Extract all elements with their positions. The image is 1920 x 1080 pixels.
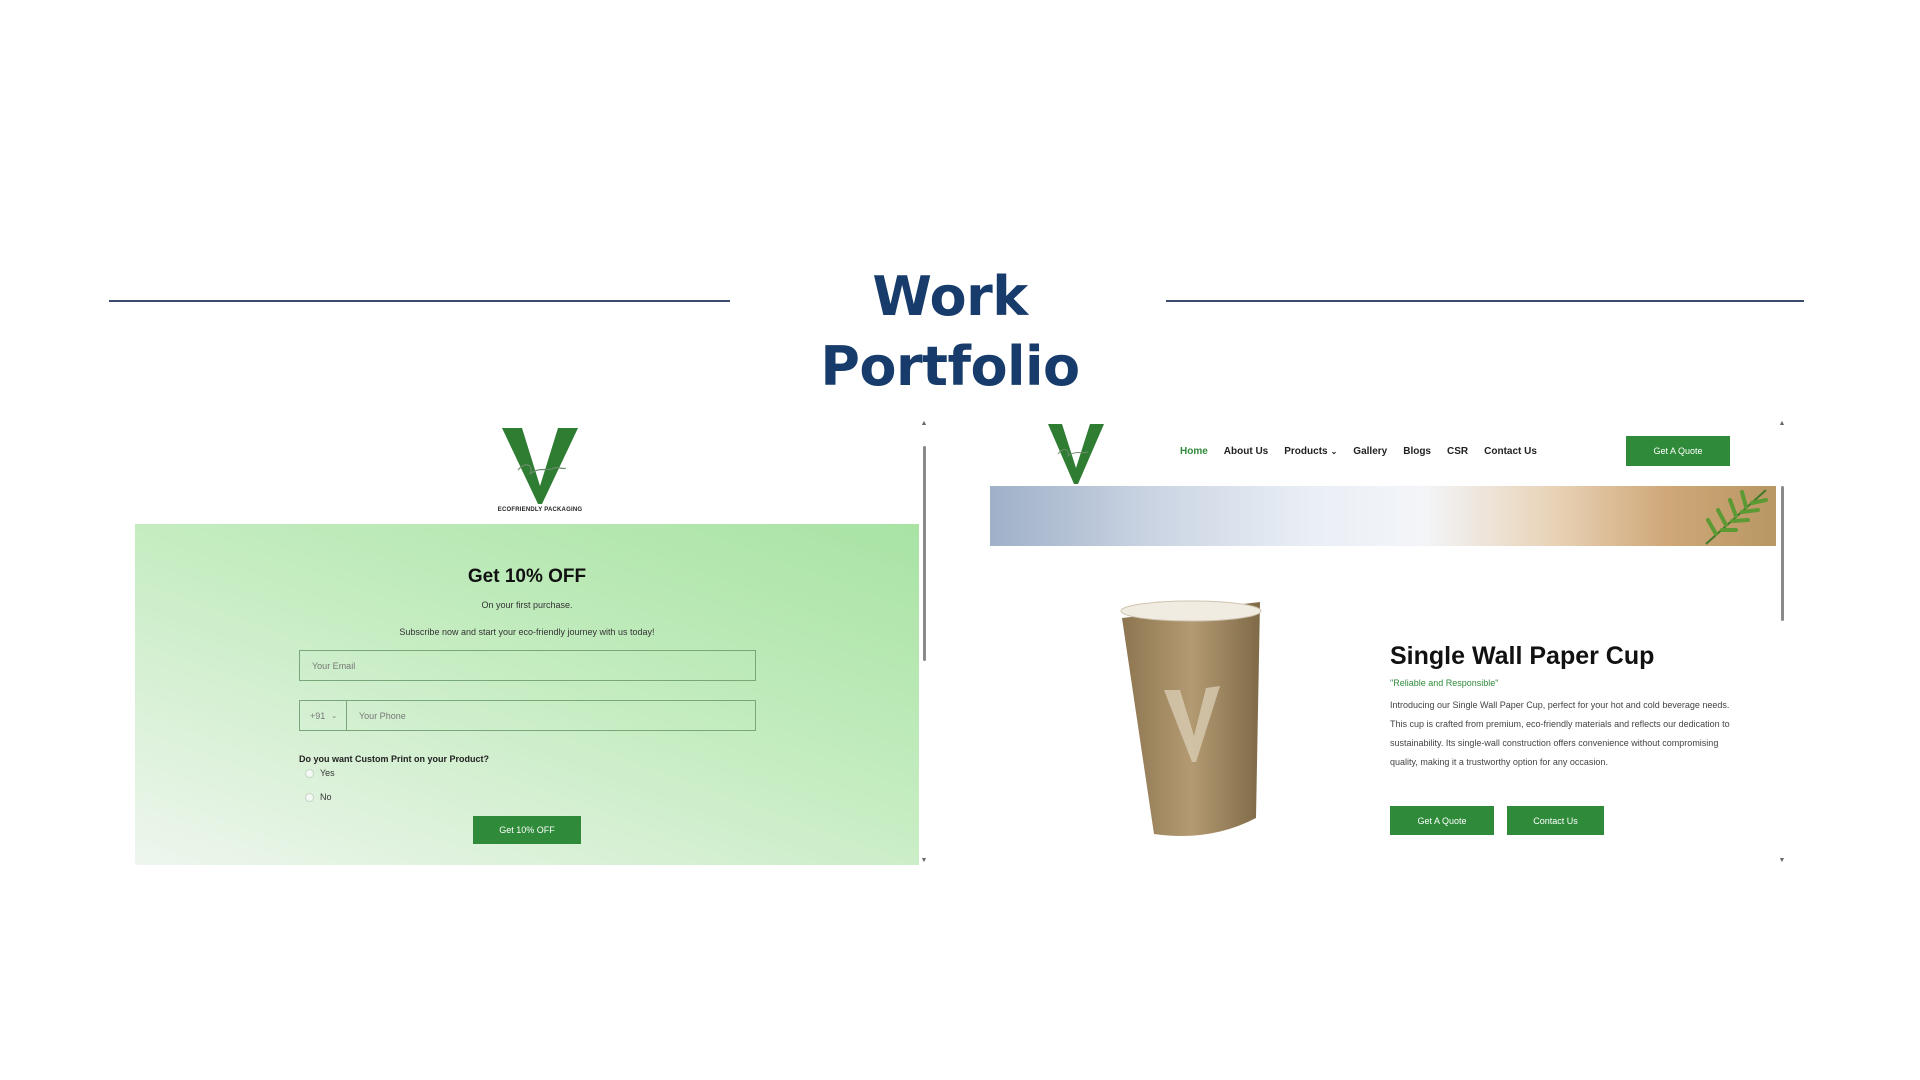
nav-products[interactable]: Products ⌄ bbox=[1284, 446, 1337, 457]
scroll-thumb[interactable] bbox=[1781, 486, 1784, 621]
nav-products-label: Products bbox=[1284, 446, 1328, 457]
radio-yes[interactable]: Yes bbox=[305, 768, 335, 778]
radio-no[interactable]: No bbox=[305, 792, 332, 802]
popup-screenshot: ECOFRIENDLY PACKAGING Get 10% OFF On you… bbox=[135, 420, 925, 865]
phone-field[interactable]: Your Phone bbox=[346, 700, 756, 731]
nav-home[interactable]: Home bbox=[1180, 446, 1208, 457]
nav-about-us[interactable]: About Us bbox=[1224, 446, 1268, 457]
scroll-up-icon[interactable]: ▲ bbox=[1778, 420, 1786, 428]
radio-yes-label: Yes bbox=[320, 768, 335, 778]
hero-banner bbox=[990, 486, 1776, 546]
discount-popup: Get 10% OFF On your first purchase. Subs… bbox=[135, 524, 919, 865]
radio-circle-icon bbox=[305, 768, 314, 778]
scroll-down-icon[interactable]: ▼ bbox=[1778, 857, 1786, 865]
get-quote-nav-button[interactable]: Get A Quote bbox=[1626, 436, 1730, 466]
main-nav: Home About Us Products ⌄ Gallery Blogs CS… bbox=[1180, 446, 1537, 457]
right-scrollbar[interactable]: ▲ ▼ bbox=[1778, 420, 1786, 865]
scroll-up-icon[interactable]: ▲ bbox=[920, 420, 928, 428]
get-discount-button[interactable]: Get 10% OFF bbox=[473, 816, 581, 844]
left-scrollbar[interactable]: ▲ ▼ bbox=[920, 420, 928, 865]
radio-no-label: No bbox=[320, 792, 332, 802]
v-logo-icon bbox=[502, 428, 578, 504]
product-tagline: "Reliable and Responsible" bbox=[1390, 678, 1499, 688]
country-code-value: +91 bbox=[310, 710, 326, 721]
get-quote-button[interactable]: Get A Quote bbox=[1390, 806, 1494, 835]
scroll-thumb[interactable] bbox=[923, 446, 926, 661]
brand-logo: ECOFRIENDLY PACKAGING bbox=[490, 426, 590, 526]
custom-print-question: Do you want Custom Print on your Product… bbox=[299, 754, 489, 764]
chevron-down-icon: ⌄ bbox=[331, 712, 338, 720]
paper-cup-image bbox=[1120, 600, 1262, 836]
heading-rule-left bbox=[109, 300, 730, 302]
logo-caption: ECOFRIENDLY PACKAGING bbox=[497, 507, 583, 513]
v-logo-icon bbox=[1048, 424, 1104, 484]
chevron-down-icon: ⌄ bbox=[1330, 447, 1338, 456]
popup-subtitle: On your first purchase. bbox=[481, 600, 573, 610]
heading-row: Work Portfolio bbox=[0, 262, 1920, 398]
product-page-screenshot: Home About Us Products ⌄ Gallery Blogs CS… bbox=[990, 420, 1780, 865]
portfolio-slide: Work Portfolio ECOFRIENDLY PACKAGING Get… bbox=[0, 0, 1920, 1080]
popup-note: Subscribe now and start your eco-friendl… bbox=[399, 627, 655, 637]
scroll-down-icon[interactable]: ▼ bbox=[920, 857, 928, 865]
product-title: Single Wall Paper Cup bbox=[1390, 642, 1655, 670]
radio-circle-icon bbox=[305, 792, 314, 802]
product-description: Introducing our Single Wall Paper Cup, p… bbox=[1390, 700, 1730, 767]
contact-us-button[interactable]: Contact Us bbox=[1507, 806, 1604, 835]
nav-contact-us[interactable]: Contact Us bbox=[1484, 446, 1537, 457]
nav-csr[interactable]: CSR bbox=[1447, 446, 1468, 457]
brand-logo-small[interactable] bbox=[1046, 420, 1106, 484]
leaf-icon bbox=[1705, 489, 1768, 545]
email-field[interactable]: Your Email bbox=[299, 650, 756, 681]
nav-gallery[interactable]: Gallery bbox=[1353, 446, 1387, 457]
page-title: Work Portfolio bbox=[820, 265, 1080, 398]
country-code-select[interactable]: +91 ⌄ bbox=[299, 700, 347, 731]
popup-title: Get 10% OFF bbox=[467, 566, 587, 587]
nav-blogs[interactable]: Blogs bbox=[1403, 446, 1431, 457]
heading-rule-right bbox=[1166, 300, 1804, 302]
